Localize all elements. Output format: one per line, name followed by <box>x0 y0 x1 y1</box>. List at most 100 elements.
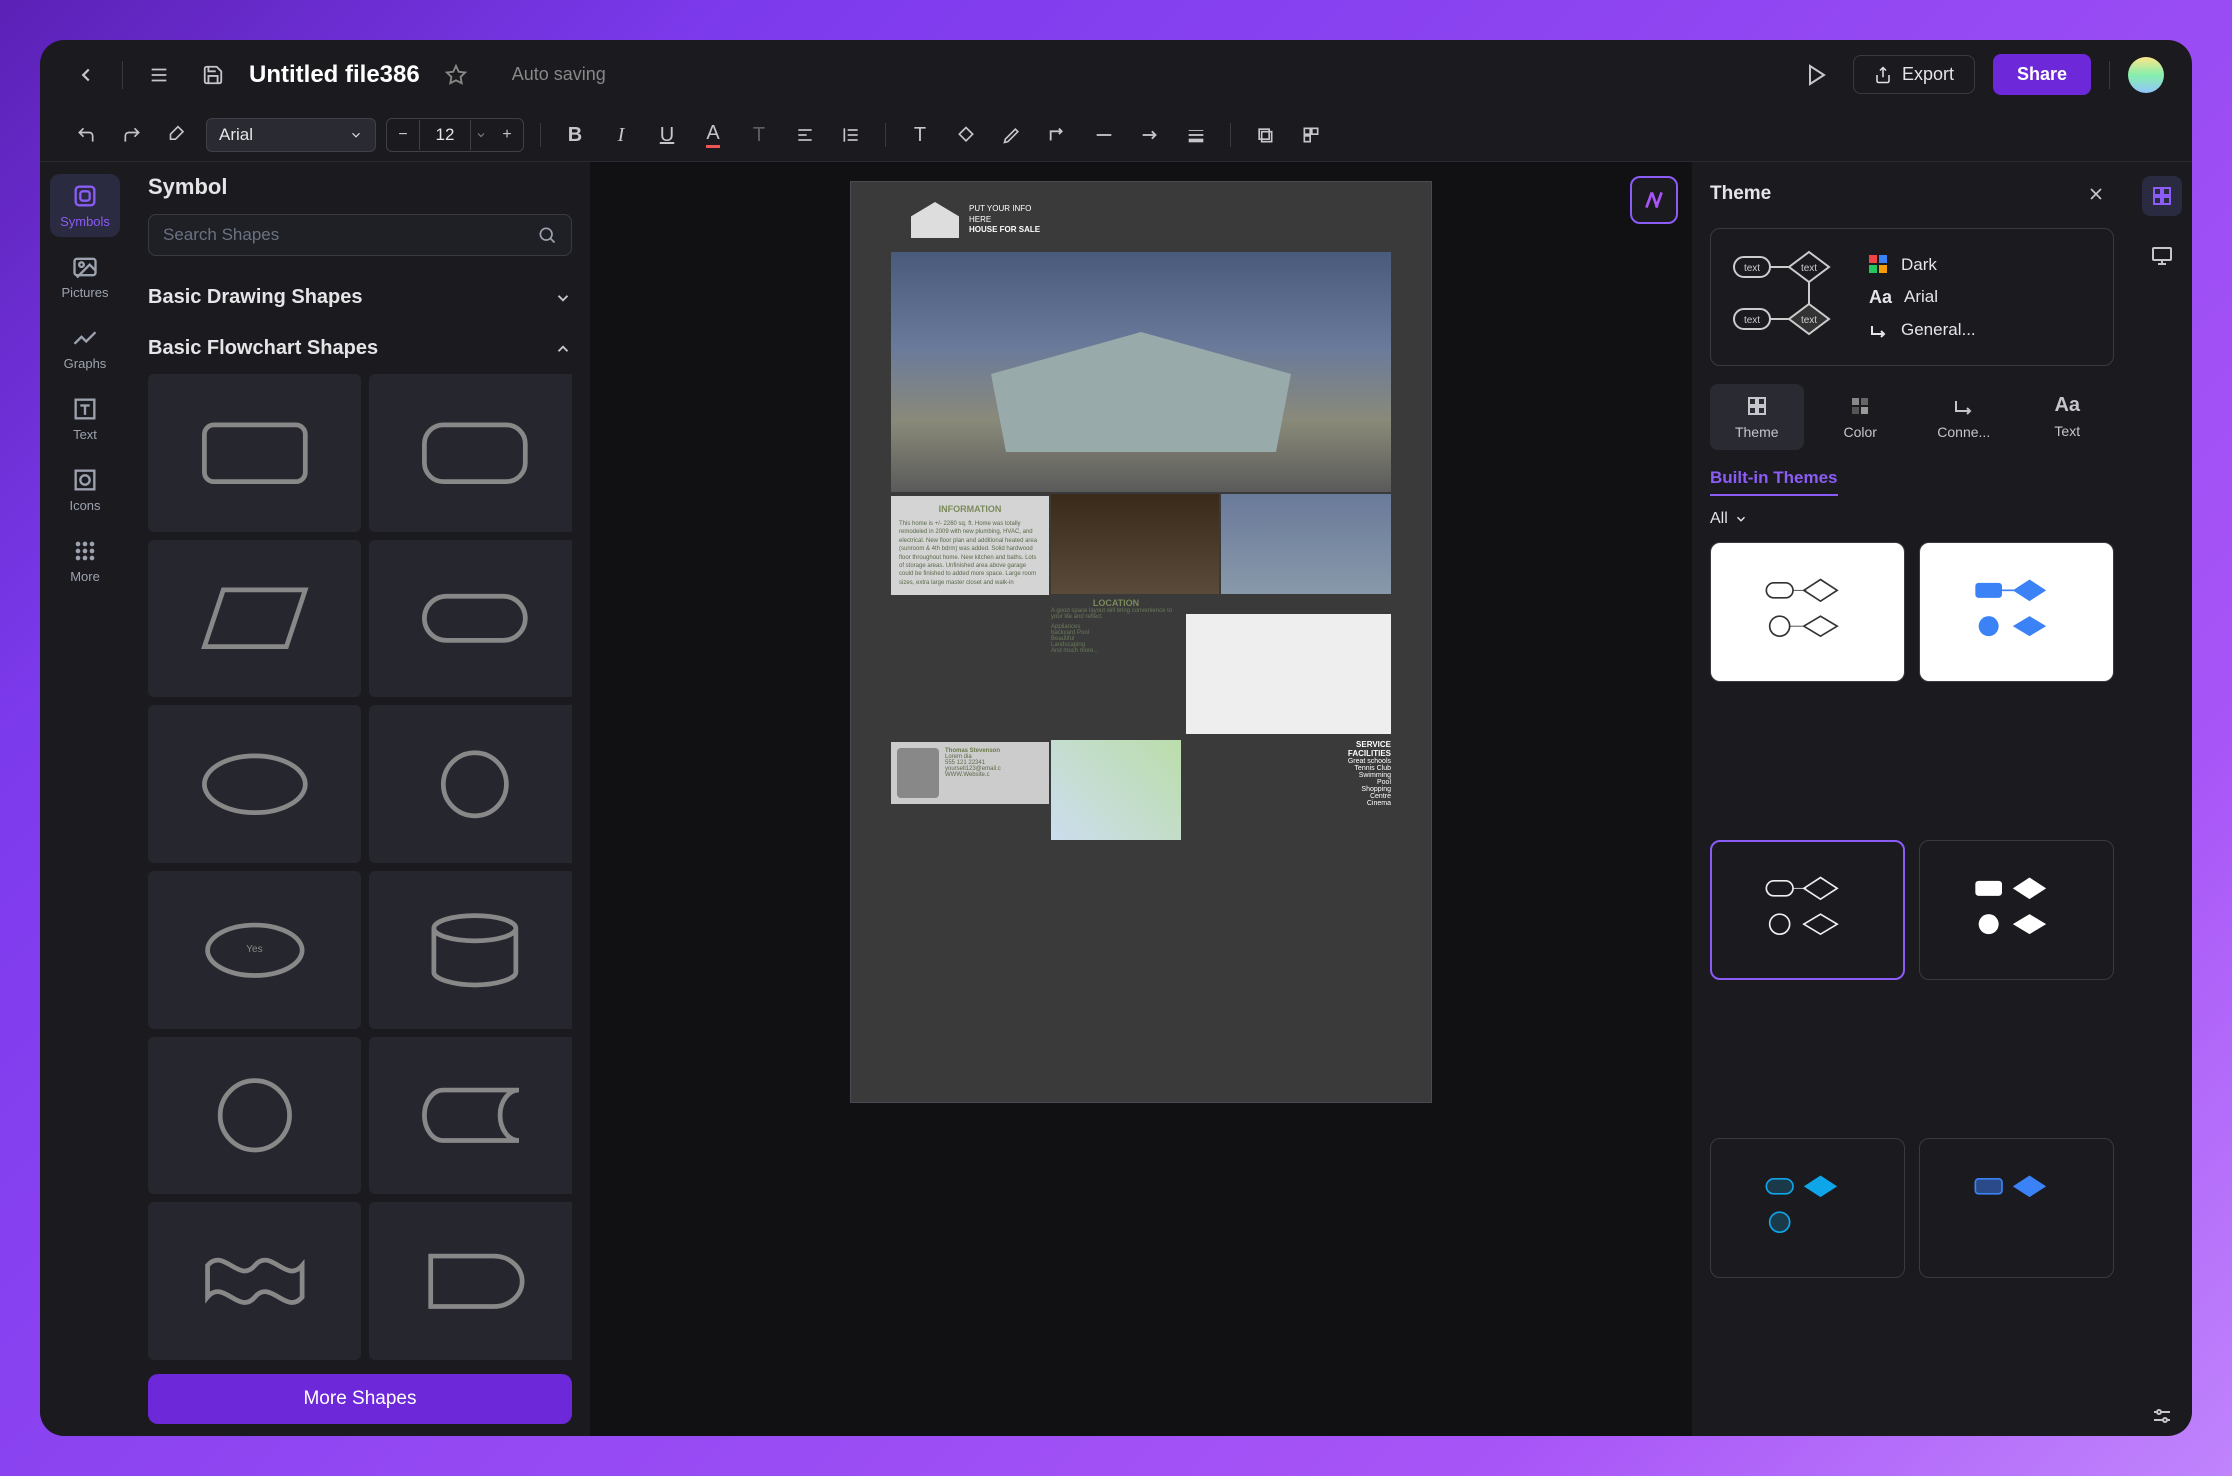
ai-assistant-button[interactable] <box>1630 176 1678 224</box>
section-basic-drawing[interactable]: Basic Drawing Shapes <box>148 272 572 323</box>
font-color-button[interactable]: A <box>695 117 731 153</box>
arrow-style-button[interactable] <box>1132 117 1168 153</box>
color-palette-icon <box>1869 255 1889 275</box>
redo-button[interactable] <box>114 117 150 153</box>
titlebar: Untitled file386 Auto saving Export Shar… <box>40 40 2192 109</box>
theme-tabs: Theme Color Conne... AaText <box>1710 384 2114 450</box>
contact-block: Thomas Stevenson Lorem dia555 121 22341y… <box>891 742 1049 804</box>
menu-button[interactable] <box>141 57 177 93</box>
rail-text[interactable]: Text <box>50 387 120 450</box>
shape-process[interactable] <box>148 374 361 532</box>
current-theme-preview: text text text text Dark AaArial General… <box>1710 228 2114 366</box>
pen-button[interactable] <box>994 117 1030 153</box>
theme-panel: Theme text text text text Dark AaArial G… <box>1692 162 2132 1436</box>
font-family-select[interactable]: Arial <box>206 118 376 152</box>
shape-delay[interactable] <box>369 1202 572 1360</box>
section-flowchart[interactable]: Basic Flowchart Shapes <box>148 323 572 374</box>
panel-title: Symbol <box>148 174 572 200</box>
tab-theme[interactable]: Theme <box>1710 384 1804 450</box>
line-style-button[interactable] <box>1086 117 1122 153</box>
italic-button[interactable]: I <box>603 117 639 153</box>
bold-button[interactable]: B <box>557 117 593 153</box>
text-tool-button[interactable]: T <box>902 117 938 153</box>
rail-pictures[interactable]: Pictures <box>50 245 120 308</box>
shape-wave[interactable] <box>148 1202 361 1360</box>
location-block: LOCATION A good space layout will bring … <box>1051 598 1181 654</box>
layers-button[interactable] <box>1247 117 1283 153</box>
align-button[interactable] <box>787 117 823 153</box>
flyer-header-text: PUT YOUR INFOHEREHOUSE FOR SALE <box>969 204 1040 235</box>
play-button[interactable] <box>1799 57 1835 93</box>
clear-format-button[interactable]: T <box>741 117 777 153</box>
shape-stored-data[interactable] <box>369 1037 572 1195</box>
floorplan-image <box>1186 614 1391 734</box>
theme-color-row[interactable]: Dark <box>1869 255 1976 275</box>
line-weight-button[interactable] <box>1178 117 1214 153</box>
canvas-page[interactable]: PUT YOUR INFOHEREHOUSE FOR SALE INFORMAT… <box>851 182 1431 1102</box>
theme-card-light-outline[interactable] <box>1710 542 1905 682</box>
rail-graphs[interactable]: Graphs <box>50 316 120 379</box>
file-title[interactable]: Untitled file386 <box>249 61 420 89</box>
line-spacing-button[interactable] <box>833 117 869 153</box>
canvas[interactable]: PUT YOUR INFOHEREHOUSE FOR SALE INFORMAT… <box>590 162 1692 1436</box>
fill-button[interactable] <box>948 117 984 153</box>
tab-text[interactable]: AaText <box>2021 384 2115 450</box>
shape-data[interactable] <box>148 540 361 698</box>
font-size-value[interactable]: 12 <box>419 120 471 150</box>
underline-button[interactable]: U <box>649 117 685 153</box>
shapes-grid: Yes <box>148 374 572 1360</box>
theme-panel-title: Theme <box>1710 183 1771 205</box>
search-shapes-input[interactable] <box>148 214 572 256</box>
theme-filter[interactable]: All <box>1710 510 2114 528</box>
shape-database[interactable] <box>369 871 572 1029</box>
font-size-stepper[interactable]: − 12 + <box>386 118 524 152</box>
theme-card-dark-outline[interactable] <box>1710 840 1905 980</box>
tab-color[interactable]: Color <box>1814 384 1908 450</box>
theme-font-row[interactable]: AaArial <box>1869 287 1976 308</box>
shape-rounded-rect[interactable] <box>369 374 572 532</box>
undo-button[interactable] <box>68 117 104 153</box>
font-size-increase[interactable]: + <box>491 119 523 151</box>
svg-text:text: text <box>1801 315 1817 326</box>
favorite-button[interactable] <box>438 57 474 93</box>
connector-icon <box>1869 320 1889 340</box>
share-button[interactable]: Share <box>1993 54 2091 95</box>
shape-terminator[interactable] <box>369 540 572 698</box>
theme-card-dark-white[interactable] <box>1919 840 2114 980</box>
user-avatar[interactable] <box>2128 57 2164 93</box>
shape-circle-stroke[interactable] <box>148 1037 361 1195</box>
font-icon: Aa <box>1869 287 1892 308</box>
svg-text:text: text <box>1744 263 1760 274</box>
more-shapes-button[interactable]: More Shapes <box>148 1374 572 1424</box>
rail-more[interactable]: More <box>50 529 120 592</box>
rail-theme-button[interactable] <box>2142 176 2182 216</box>
tab-connector[interactable]: Conne... <box>1917 384 2011 450</box>
rail-icons[interactable]: Icons <box>50 458 120 521</box>
font-size-decrease[interactable]: − <box>387 119 419 151</box>
exterior-image <box>1221 494 1391 594</box>
arrange-button[interactable] <box>1293 117 1329 153</box>
rail-present-button[interactable] <box>2142 236 2182 276</box>
right-rail <box>2132 162 2192 1436</box>
export-button[interactable]: Export <box>1853 55 1975 94</box>
theme-card-dark-blue2[interactable] <box>1919 1138 2114 1278</box>
theme-connector-row[interactable]: General... <box>1869 320 1976 340</box>
shape-yes-label[interactable]: Yes <box>148 871 361 1029</box>
house-icon <box>911 202 959 238</box>
interior-image <box>1051 494 1219 594</box>
services-block: SERVICEFACILITIES Great schoolsTennis Cl… <box>1191 740 1391 807</box>
theme-card-dark-cyan[interactable] <box>1710 1138 1905 1278</box>
theme-card-light-blue[interactable] <box>1919 542 2114 682</box>
built-in-themes-title: Built-in Themes <box>1710 468 1838 496</box>
rail-symbols[interactable]: Symbols <box>50 174 120 237</box>
shape-connector[interactable] <box>369 705 572 863</box>
save-button[interactable] <box>195 57 231 93</box>
rail-settings-button[interactable] <box>2142 1396 2182 1436</box>
format-painter-button[interactable] <box>160 117 196 153</box>
agent-photo <box>897 748 939 798</box>
connector-button[interactable] <box>1040 117 1076 153</box>
search-input[interactable] <box>163 225 537 245</box>
shape-ellipse[interactable] <box>148 705 361 863</box>
back-button[interactable] <box>68 57 104 93</box>
close-panel-button[interactable] <box>2078 176 2114 212</box>
